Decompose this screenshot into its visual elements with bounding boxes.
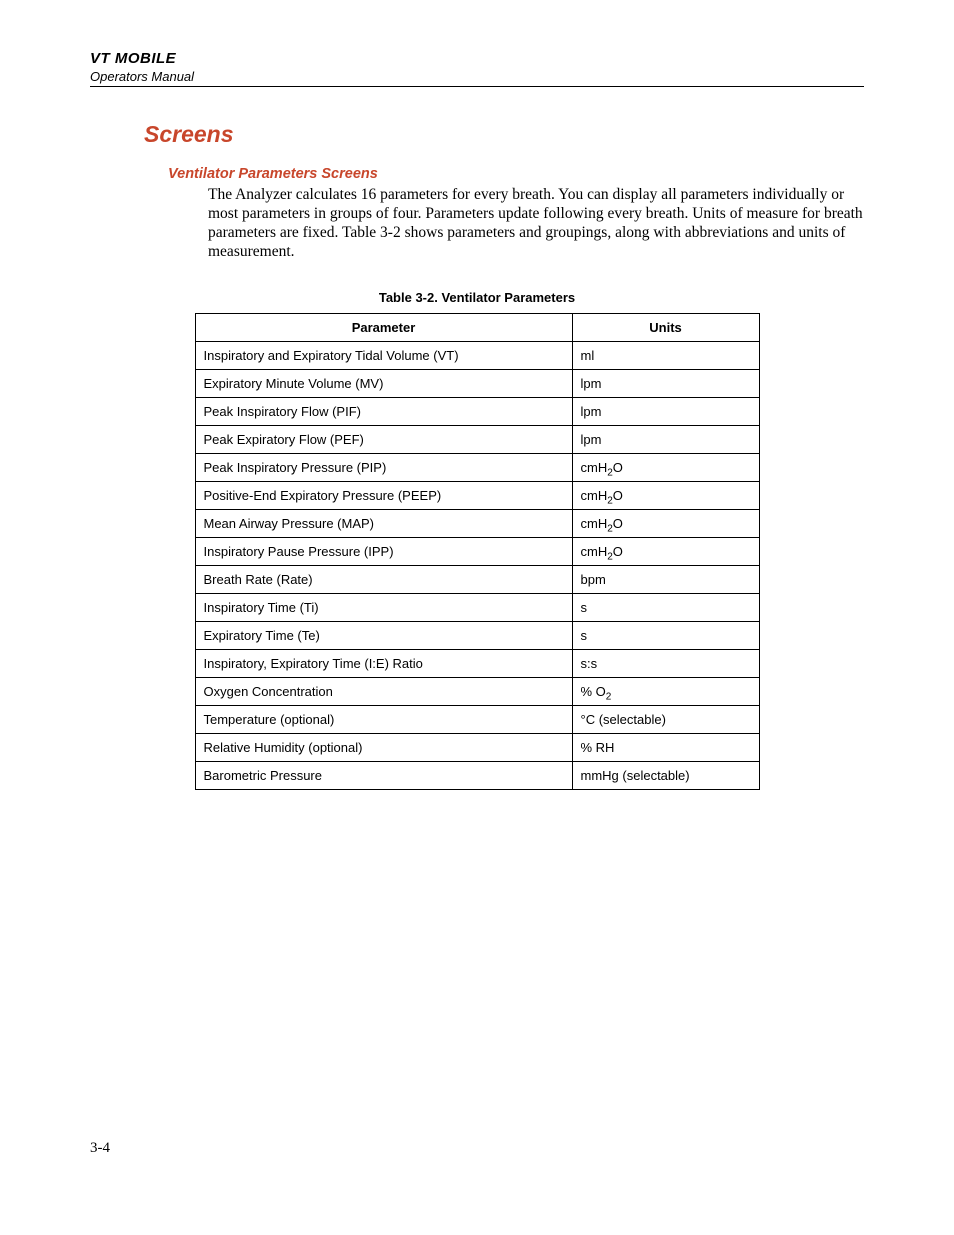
param-cell: Inspiratory Pause Pressure (IPP) <box>195 537 572 565</box>
table-header-row: Parameter Units <box>195 313 759 341</box>
page-number: 3-4 <box>90 1140 110 1157</box>
units-cell: % O2 <box>572 677 759 705</box>
units-cell: lpm <box>572 369 759 397</box>
units-cell: cmH2O <box>572 509 759 537</box>
section-heading: Screens <box>144 121 864 148</box>
table-row: Barometric PressuremmHg (selectable) <box>195 761 759 789</box>
table-row: Peak Inspiratory Flow (PIF)lpm <box>195 397 759 425</box>
table-row: Inspiratory Pause Pressure (IPP)cmH2O <box>195 537 759 565</box>
table-row: Relative Humidity (optional)% RH <box>195 733 759 761</box>
ventilator-parameters-table: Parameter Units Inspiratory and Expirato… <box>195 313 760 790</box>
table-caption: Table 3-2. Ventilator Parameters <box>90 290 864 305</box>
running-header: VT MOBILE Operators Manual <box>90 50 864 87</box>
param-cell: Inspiratory Time (Ti) <box>195 593 572 621</box>
param-cell: Expiratory Minute Volume (MV) <box>195 369 572 397</box>
table-row: Peak Expiratory Flow (PEF)lpm <box>195 425 759 453</box>
units-cell: s <box>572 621 759 649</box>
table-row: Mean Airway Pressure (MAP)cmH2O <box>195 509 759 537</box>
units-cell: lpm <box>572 425 759 453</box>
param-cell: Breath Rate (Rate) <box>195 565 572 593</box>
table-row: Inspiratory, Expiratory Time (I:E) Ratio… <box>195 649 759 677</box>
header-title: VT MOBILE <box>90 50 864 67</box>
subsection-heading: Ventilator Parameters Screens <box>168 166 864 182</box>
units-cell: mmHg (selectable) <box>572 761 759 789</box>
units-cell: cmH2O <box>572 537 759 565</box>
table-row: Inspiratory and Expiratory Tidal Volume … <box>195 341 759 369</box>
units-cell: cmH2O <box>572 453 759 481</box>
param-cell: Mean Airway Pressure (MAP) <box>195 509 572 537</box>
units-cell: bpm <box>572 565 759 593</box>
param-cell: Relative Humidity (optional) <box>195 733 572 761</box>
body-paragraph: The Analyzer calculates 16 parameters fo… <box>208 186 864 262</box>
table-row: Oxygen Concentration% O2 <box>195 677 759 705</box>
table-row: Positive-End Expiratory Pressure (PEEP)c… <box>195 481 759 509</box>
units-cell: cmH2O <box>572 481 759 509</box>
table-row: Expiratory Minute Volume (MV)lpm <box>195 369 759 397</box>
param-cell: Peak Inspiratory Pressure (PIP) <box>195 453 572 481</box>
param-cell: Barometric Pressure <box>195 761 572 789</box>
param-cell: Oxygen Concentration <box>195 677 572 705</box>
param-cell: Peak Expiratory Flow (PEF) <box>195 425 572 453</box>
units-cell: % RH <box>572 733 759 761</box>
units-cell: s:s <box>572 649 759 677</box>
table-row: Breath Rate (Rate)bpm <box>195 565 759 593</box>
param-cell: Positive-End Expiratory Pressure (PEEP) <box>195 481 572 509</box>
table-row: Peak Inspiratory Pressure (PIP)cmH2O <box>195 453 759 481</box>
page: VT MOBILE Operators Manual Screens Venti… <box>0 0 954 1235</box>
param-cell: Inspiratory and Expiratory Tidal Volume … <box>195 341 572 369</box>
param-cell: Temperature (optional) <box>195 705 572 733</box>
units-cell: °C (selectable) <box>572 705 759 733</box>
col-header-units: Units <box>572 313 759 341</box>
param-cell: Inspiratory, Expiratory Time (I:E) Ratio <box>195 649 572 677</box>
units-cell: ml <box>572 341 759 369</box>
units-cell: lpm <box>572 397 759 425</box>
param-cell: Expiratory Time (Te) <box>195 621 572 649</box>
table-row: Expiratory Time (Te)s <box>195 621 759 649</box>
header-subtitle: Operators Manual <box>90 69 864 84</box>
param-cell: Peak Inspiratory Flow (PIF) <box>195 397 572 425</box>
units-cell: s <box>572 593 759 621</box>
col-header-parameter: Parameter <box>195 313 572 341</box>
table-row: Temperature (optional)°C (selectable) <box>195 705 759 733</box>
table-row: Inspiratory Time (Ti)s <box>195 593 759 621</box>
